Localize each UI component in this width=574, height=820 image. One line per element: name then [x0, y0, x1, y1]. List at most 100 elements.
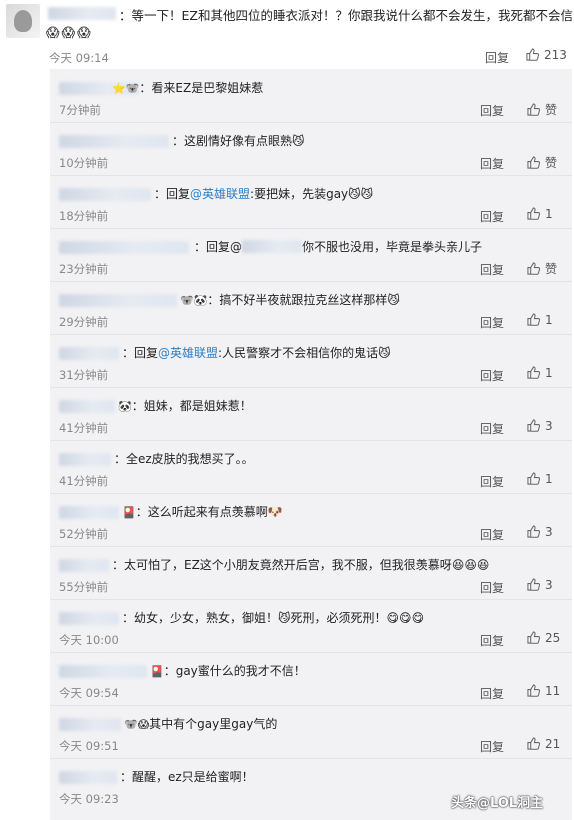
mention-blurred[interactable] [242, 240, 303, 253]
reply-timestamp: 今天 09:51 [59, 739, 119, 753]
reply-content: 🐨🐼：搞不好半夜就跟拉克丝这样那样😼 [180, 291, 400, 308]
reply-content: 🎴：这么听起来有点羡慕啊🐶 [122, 503, 283, 520]
like-button[interactable]: 3 [527, 525, 553, 539]
reply-button[interactable]: 回复 [480, 102, 504, 119]
reply-item: 🐨😱其中有个gay里gay气的 今天 09:51 回复 21 [50, 705, 572, 758]
reply-content: ：回复@英雄联盟:要把妹，先装gay😼😼 [154, 185, 373, 202]
like-button[interactable]: 赞 [527, 260, 557, 277]
like-button[interactable]: 3 [527, 419, 553, 433]
watermark: 头条@LOL洞主 [451, 796, 544, 811]
like-button[interactable]: 1 [527, 472, 553, 486]
reply-content: ：全ez皮肤的我想买了。。 [114, 450, 254, 467]
reply-username-blurred[interactable] [59, 718, 121, 731]
comment-emojis: 😱😱😱 [46, 26, 93, 41]
reply-content: ：这剧情好像有点眼熟😼 [172, 132, 305, 149]
reply-button[interactable]: 回复 [480, 473, 504, 490]
like-button[interactable]: 赞 [527, 154, 557, 171]
reply-content: ：回复@英雄联盟:人民警察才不会相信你的鬼话😼 [122, 344, 391, 361]
user-badge: ⭐🐨 [112, 82, 140, 95]
user-badge: 🐨😱 [124, 718, 150, 731]
username-blurred[interactable] [48, 7, 116, 20]
like-count: 11 [545, 684, 561, 698]
like-button[interactable]: 1 [527, 313, 553, 327]
reply-username-blurred[interactable] [59, 453, 111, 466]
reply-prefix: ：回复 [122, 346, 159, 360]
like-count: 赞 [545, 262, 558, 276]
reply-username-blurred[interactable] [59, 559, 109, 572]
reply-button[interactable]: 回复 [480, 738, 504, 755]
thumbs-up-icon [527, 737, 541, 750]
reply-text: 你不服也没用，毕竟是拳头亲儿子 [302, 240, 483, 254]
reply-button[interactable]: 回复 [480, 367, 504, 384]
replies-panel: ⭐🐨：看来EZ是巴黎姐妹惹 7分钟前 回复 赞 ：这剧情好像有点眼熟😼 10分钟… [50, 69, 572, 820]
reply-content: ：太可怕了，EZ这个小朋友竟然开后宫，我不服，但我很羡慕呀😆😆😆 [112, 556, 489, 573]
mention-link[interactable]: @英雄联盟 [190, 187, 250, 201]
reply-button[interactable]: 回复 [480, 314, 504, 331]
like-count: 3 [545, 578, 553, 592]
top-comment: ：等一下！EZ和其他四位的睡衣派对！？你跟我说什么都不会发生，我死都不会信的 😱… [0, 0, 574, 68]
user-badge: 🎴 [150, 665, 164, 678]
reply-timestamp: 55分钟前 [59, 580, 109, 594]
reply-timestamp: 41分钟前 [59, 474, 109, 488]
reply-username-blurred[interactable] [59, 188, 151, 201]
like-button[interactable]: 213 [526, 48, 567, 62]
like-count: 赞 [545, 103, 558, 117]
reply-timestamp: 23分钟前 [59, 262, 109, 276]
like-count: 1 [545, 366, 553, 380]
reply-prefix: ：回复 [154, 187, 191, 201]
reply-button[interactable]: 回复 [485, 49, 509, 66]
reply-timestamp: 52分钟前 [59, 527, 109, 541]
reply-button[interactable]: 回复 [480, 632, 504, 649]
like-button[interactable]: 11 [527, 684, 560, 698]
reply-timestamp: 7分钟前 [59, 103, 101, 117]
mention-link[interactable]: @英雄联盟 [158, 346, 218, 360]
reply-username-blurred[interactable] [59, 612, 119, 625]
reply-username-blurred[interactable] [59, 506, 119, 519]
reply-text: ：太可怕了，EZ这个小朋友竟然开后宫，我不服，但我很羡慕呀 [112, 558, 452, 572]
reply-timestamp: 41分钟前 [59, 421, 109, 435]
reply-content: ：回复@ 你不服也没用，毕竟是拳头亲儿子 [194, 238, 482, 255]
like-count: 21 [545, 737, 561, 751]
reply-emojis: 😼 [378, 346, 391, 360]
reply-item: ⭐🐨：看来EZ是巴黎姐妹惹 7分钟前 回复 赞 [50, 69, 572, 122]
reply-username-blurred[interactable] [59, 347, 119, 360]
reply-emojis-2: 😋😋😋 [386, 611, 425, 625]
reply-content: ⭐🐨：看来EZ是巴黎姐妹惹 [112, 79, 263, 96]
reply-item: 🎴：这么听起来有点羡慕啊🐶 52分钟前 回复 3 [50, 493, 572, 546]
reply-button[interactable]: 回复 [480, 526, 504, 543]
reply-timestamp: 今天 09:23 [59, 792, 119, 806]
reply-content: 🐼：姐妹，都是姐妹惹！ [118, 397, 252, 414]
reply-button[interactable]: 回复 [480, 261, 504, 278]
reply-username-blurred[interactable] [59, 771, 117, 784]
reply-text: ：这么听起来有点羡慕啊 [135, 505, 268, 519]
reply-button[interactable]: 回复 [480, 685, 504, 702]
like-button[interactable]: 赞 [527, 101, 557, 118]
thumbs-up-icon [527, 262, 541, 275]
reply-username-blurred[interactable] [59, 241, 189, 254]
reply-button[interactable]: 回复 [480, 579, 504, 596]
reply-username-blurred[interactable] [59, 665, 147, 678]
like-button[interactable]: 1 [527, 366, 553, 380]
reply-username-blurred[interactable] [59, 135, 169, 148]
thumbs-up-icon [526, 48, 540, 61]
avatar[interactable] [6, 4, 40, 38]
thumbs-up-icon [527, 578, 541, 591]
reply-text: 其中有个gay里gay气的 [149, 717, 278, 731]
reply-button[interactable]: 回复 [480, 155, 504, 172]
reply-username-blurred[interactable] [59, 294, 177, 307]
reply-button[interactable]: 回复 [480, 208, 504, 225]
like-count: 3 [545, 419, 553, 433]
like-button[interactable]: 1 [527, 207, 553, 221]
reply-button[interactable]: 回复 [480, 420, 504, 437]
like-button[interactable]: 21 [527, 737, 560, 751]
reply-item: ：回复@英雄联盟:人民警察才不会相信你的鬼话😼 31分钟前 回复 1 [50, 334, 572, 387]
reply-username-blurred[interactable] [59, 400, 115, 413]
like-button[interactable]: 3 [527, 578, 553, 592]
reply-timestamp: 今天 09:54 [59, 686, 119, 700]
reply-content: 🐨😱其中有个gay里gay气的 [124, 715, 277, 732]
reply-content: 🎴：gay蜜什么的我才不信！ [150, 662, 306, 679]
like-button[interactable]: 25 [527, 631, 560, 645]
user-badge: 🐨🐼 [180, 294, 208, 307]
thumbs-up-icon [527, 472, 541, 485]
reply-emojis: 😼 [292, 134, 305, 148]
